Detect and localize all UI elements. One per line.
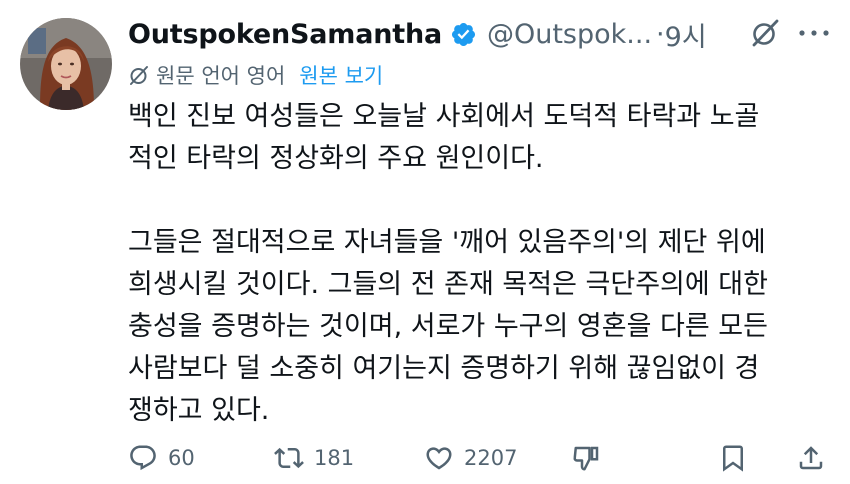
avatar-image <box>20 18 112 110</box>
share-icon <box>799 446 823 470</box>
tweet-text: 백인 진보 여성들은 오늘날 사회에서 도덕적 타락과 노골 적인 타락의 정상… <box>128 96 828 432</box>
dislike-icon <box>573 446 599 471</box>
reply-button[interactable]: 60 <box>128 436 195 480</box>
reply-count: 60 <box>168 446 195 470</box>
separator-dot: · <box>656 18 665 50</box>
verified-badge-icon[interactable] <box>450 21 477 48</box>
tweet[interactable]: OutspokenSamantha @Outspok... · 9시 원문 언어… <box>0 0 850 484</box>
text-line: 적인 타락의 정상화의 주요 원인이다. <box>128 143 544 174</box>
like-count: 2207 <box>464 446 518 470</box>
translate-icon <box>130 66 148 85</box>
translation-bar: 원문 언어 영어 원본 보기 <box>128 58 383 92</box>
retweet-count: 181 <box>314 446 355 470</box>
text-line: 쟁하고 있다. <box>128 395 270 426</box>
like-icon <box>426 447 452 470</box>
dislike-button[interactable] <box>572 436 612 480</box>
text-line: 충성을 증명하는 것이며, 서로가 누구의 영혼을 다른 모든 <box>128 311 768 342</box>
more-icon[interactable] <box>796 25 832 41</box>
reply-icon <box>130 445 156 471</box>
bookmark-icon <box>723 445 743 472</box>
timestamp[interactable]: 9시 <box>665 15 707 54</box>
display-name[interactable]: OutspokenSamantha <box>128 19 442 50</box>
text-line: 희생시킬 것이다. 그들의 전 존재 목적은 극단주의에 대한 <box>128 269 768 300</box>
show-original-link[interactable]: 원본 보기 <box>299 60 383 90</box>
bookmark-button[interactable] <box>718 436 758 480</box>
retweet-icon <box>274 447 304 469</box>
translation-label: 원문 언어 영어 <box>156 64 286 88</box>
action-bar: 60 181 2207 <box>128 436 833 480</box>
text-line: 사람보다 덜 소중히 여기는지 증명하기 위해 끊임없이 경 <box>128 353 760 384</box>
avatar[interactable] <box>20 18 112 110</box>
share-button[interactable] <box>796 436 836 480</box>
like-button[interactable]: 2207 <box>424 436 517 480</box>
retweet-button[interactable]: 181 <box>274 436 354 480</box>
tweet-header: OutspokenSamantha @Outspok... · 9시 <box>128 14 833 54</box>
handle[interactable]: @Outspok... <box>487 19 652 50</box>
text-line: 그들은 절대적으로 자녀들을 '깨어 있음주의'의 제단 위에 <box>128 227 766 258</box>
grok-icon[interactable] <box>750 18 780 48</box>
text-line: 백인 진보 여성들은 오늘날 사회에서 도덕적 타락과 노골 <box>128 101 760 132</box>
